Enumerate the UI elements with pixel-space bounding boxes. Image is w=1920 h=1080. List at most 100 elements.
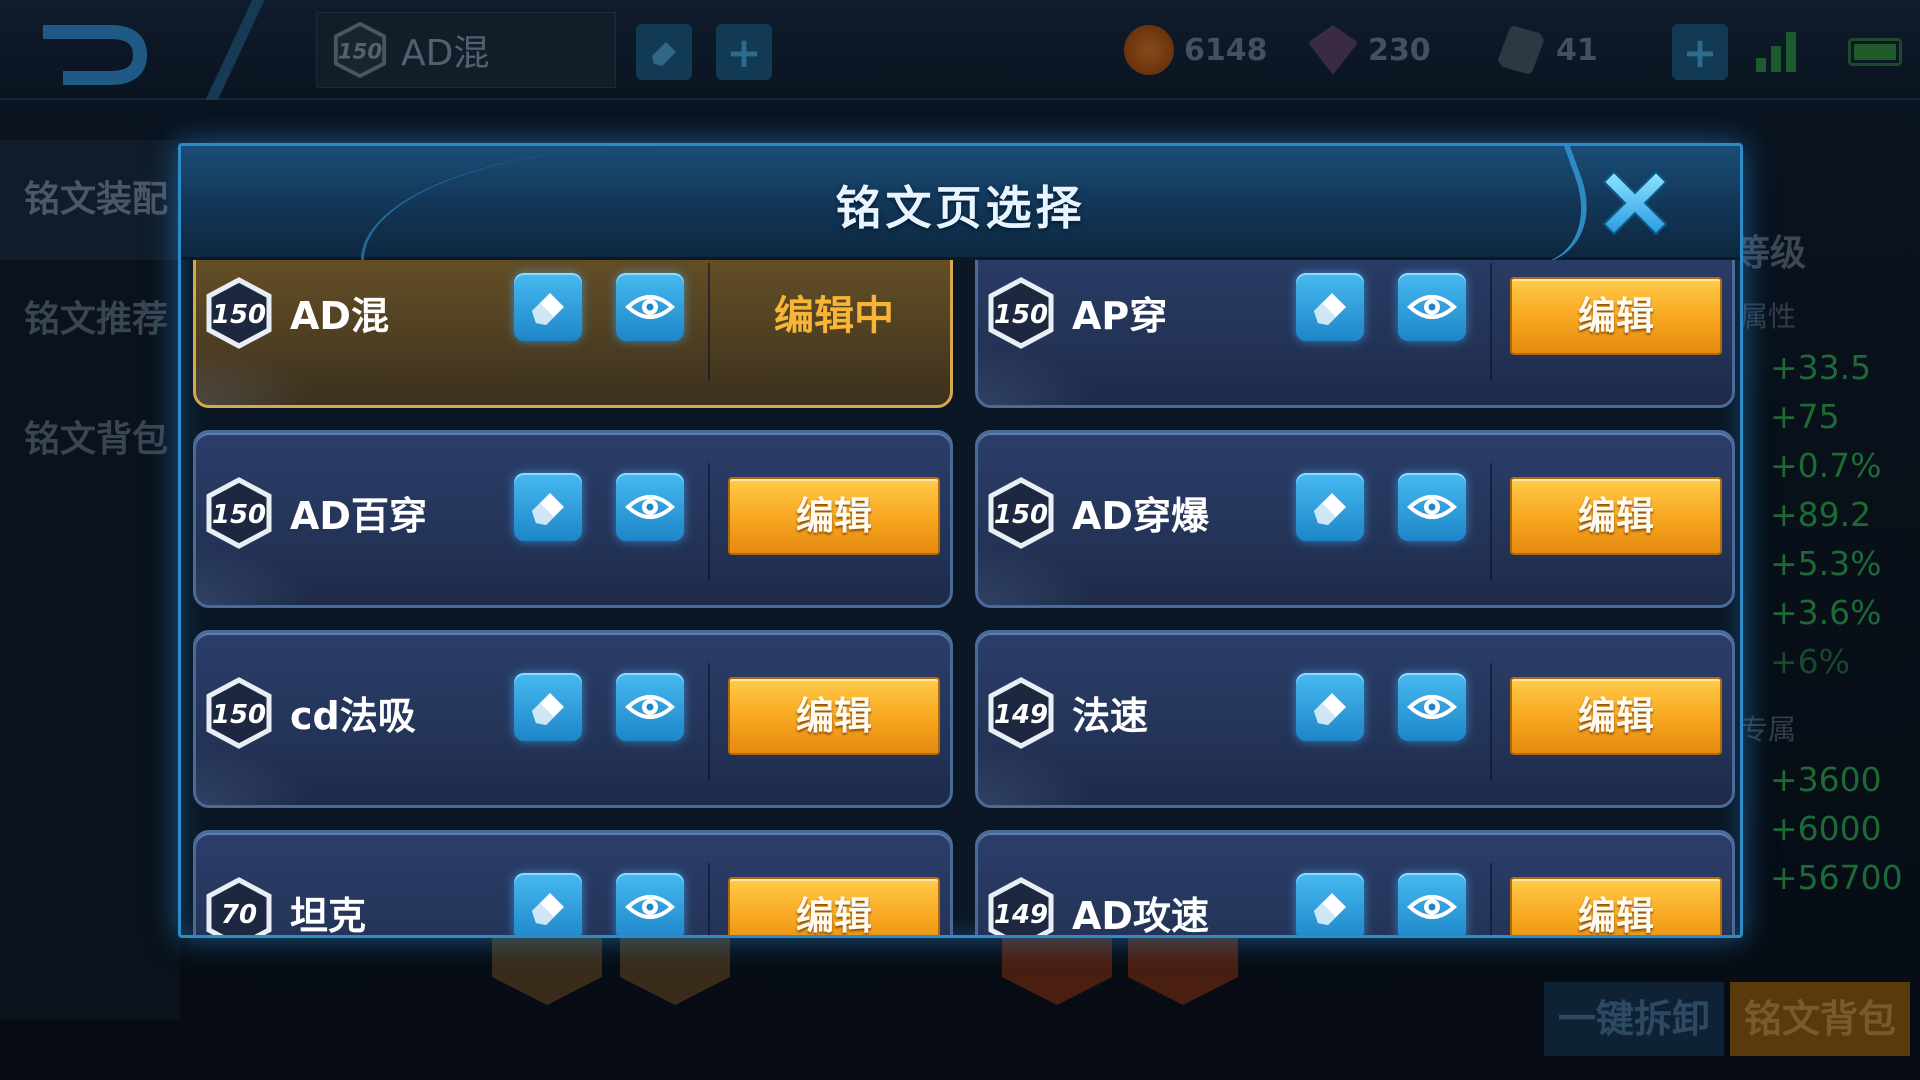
gold-currency: 6148 (1124, 22, 1268, 78)
recharge-button[interactable]: + (1672, 24, 1728, 80)
edit-button[interactable]: 编辑 (1510, 877, 1722, 935)
rune-page-select-dialog: 铭文页选择 150 AD混 编辑中 150 AP穿 编辑 150 AD百穿 编辑… (178, 143, 1743, 938)
sidebar-item-rune-bag[interactable]: 铭文背包 (0, 380, 180, 500)
eraser-icon (1314, 293, 1346, 325)
plus-icon: + (726, 27, 762, 77)
unequip-all-button[interactable]: 一键拆卸 (1544, 982, 1724, 1056)
back-button[interactable] (40, 20, 160, 90)
card-divider (708, 263, 710, 381)
rune-page-card[interactable]: 150 AD百穿 编辑 (193, 430, 953, 608)
diamond-amount: 230 (1368, 32, 1431, 68)
rename-button[interactable] (1296, 273, 1364, 341)
current-rune-page-name: AD混 (401, 33, 490, 74)
svg-text:149: 149 (994, 700, 1048, 730)
rune-page-card[interactable]: 149 法速 编辑 (975, 630, 1735, 808)
edit-button[interactable]: 编辑 (1510, 277, 1722, 355)
edit-button[interactable]: 编辑 (728, 877, 940, 935)
rename-button[interactable] (1296, 473, 1364, 541)
svg-text:150: 150 (338, 40, 383, 65)
eraser-icon (1314, 893, 1346, 925)
rune-page-name: 坦克 (290, 894, 367, 938)
rune-page-card[interactable]: 150 AD混 编辑中 (193, 260, 953, 408)
svg-text:149: 149 (994, 900, 1048, 930)
add-page-button[interactable]: + (716, 24, 772, 80)
gold-coin-icon (1124, 25, 1174, 75)
svg-text:150: 150 (994, 500, 1048, 530)
level-badge-icon: 149 (988, 677, 1054, 749)
preview-button[interactable] (1398, 673, 1466, 741)
rename-button[interactable] (514, 673, 582, 741)
attr-value: +0.7% (1770, 446, 1882, 485)
dialog-header: 铭文页选择 (181, 146, 1740, 266)
edit-button[interactable]: 编辑 (728, 477, 940, 555)
svg-text:150: 150 (212, 500, 266, 530)
rune-bag-button[interactable]: 铭文背包 (1730, 982, 1910, 1056)
signal-strength-icon (1756, 28, 1806, 72)
eraser-icon (532, 493, 564, 525)
eraser-icon (1314, 693, 1346, 725)
eye-icon (1407, 295, 1457, 319)
rename-button[interactable] (514, 873, 582, 935)
preview-button[interactable] (616, 873, 684, 935)
current-rune-page-chip[interactable]: 150 AD混 (316, 12, 616, 88)
preview-button[interactable] (616, 473, 684, 541)
exclusive-value: +56700 (1770, 858, 1903, 897)
rune-page-list[interactable]: 150 AD混 编辑中 150 AP穿 编辑 150 AD百穿 编辑 150 A… (181, 260, 1740, 938)
attr-value: +5.3% (1770, 544, 1882, 583)
preview-button[interactable] (1398, 873, 1466, 935)
attr-value: +75 (1770, 397, 1840, 436)
exclusive-value: +3600 (1770, 760, 1882, 799)
diamond-icon (1308, 25, 1358, 75)
exclusive-value: +6000 (1770, 809, 1882, 848)
rune-page-name: AD攻速 (1072, 894, 1209, 938)
eye-icon (625, 895, 675, 919)
attr-heading: 属性 (1740, 300, 1797, 333)
sidebar-item-rune-recommend[interactable]: 铭文推荐 (0, 260, 180, 380)
preview-button[interactable] (616, 673, 684, 741)
attr-value: +3.6% (1770, 593, 1882, 632)
level-badge-icon: 149 (988, 877, 1054, 935)
preview-button[interactable] (616, 273, 684, 341)
edit-button[interactable]: 编辑 (1510, 677, 1722, 755)
rune-page-name: AD穿爆 (1072, 494, 1209, 538)
attr-value: +6% (1770, 642, 1851, 681)
level-badge-icon: 70 (206, 877, 272, 935)
preview-button[interactable] (1398, 273, 1466, 341)
card-divider (1490, 463, 1492, 581)
card-divider (1490, 263, 1492, 381)
eraser-icon (532, 693, 564, 725)
svg-text:150: 150 (212, 700, 266, 730)
eye-icon (1407, 895, 1457, 919)
rename-button[interactable] (514, 273, 582, 341)
rune-page-card[interactable]: 150 AD穿爆 编辑 (975, 430, 1735, 608)
edit-button[interactable]: 编辑 (728, 677, 940, 755)
eraser-icon (532, 293, 564, 325)
rename-button[interactable] (1296, 873, 1364, 935)
crystal-currency: 41 (1496, 22, 1598, 78)
card-divider (708, 463, 710, 581)
edit-button[interactable]: 编辑 (1510, 477, 1722, 555)
rune-page-card[interactable]: 149 AD攻速 编辑 (975, 830, 1735, 938)
sidebar: 铭文装配 铭文推荐 铭文背包 (0, 140, 180, 1020)
level-badge-icon: 150 (206, 677, 272, 749)
top-bar: 150 AD混 + 6148 230 41 + (0, 0, 1920, 100)
sidebar-item-rune-equip[interactable]: 铭文装配 (0, 140, 180, 260)
eye-icon (625, 495, 675, 519)
rename-page-button[interactable] (636, 24, 692, 80)
close-icon (1602, 170, 1668, 236)
back-arrow-icon (43, 25, 148, 85)
preview-button[interactable] (1398, 473, 1466, 541)
level-badge-icon: 150 (988, 477, 1054, 549)
rune-page-card[interactable]: 70 坦克 编辑 (193, 830, 953, 938)
rename-button[interactable] (514, 473, 582, 541)
eye-icon (1407, 495, 1457, 519)
rune-page-name: AD混 (290, 294, 389, 338)
rename-button[interactable] (1296, 673, 1364, 741)
rune-page-card[interactable]: 150 cd法吸 编辑 (193, 630, 953, 808)
eye-icon (625, 295, 675, 319)
level-badge-icon: 150 (206, 477, 272, 549)
card-divider (708, 663, 710, 781)
diamond-currency: 230 (1308, 22, 1431, 78)
close-button[interactable] (1590, 158, 1680, 248)
rune-page-card[interactable]: 150 AP穿 编辑 (975, 260, 1735, 408)
